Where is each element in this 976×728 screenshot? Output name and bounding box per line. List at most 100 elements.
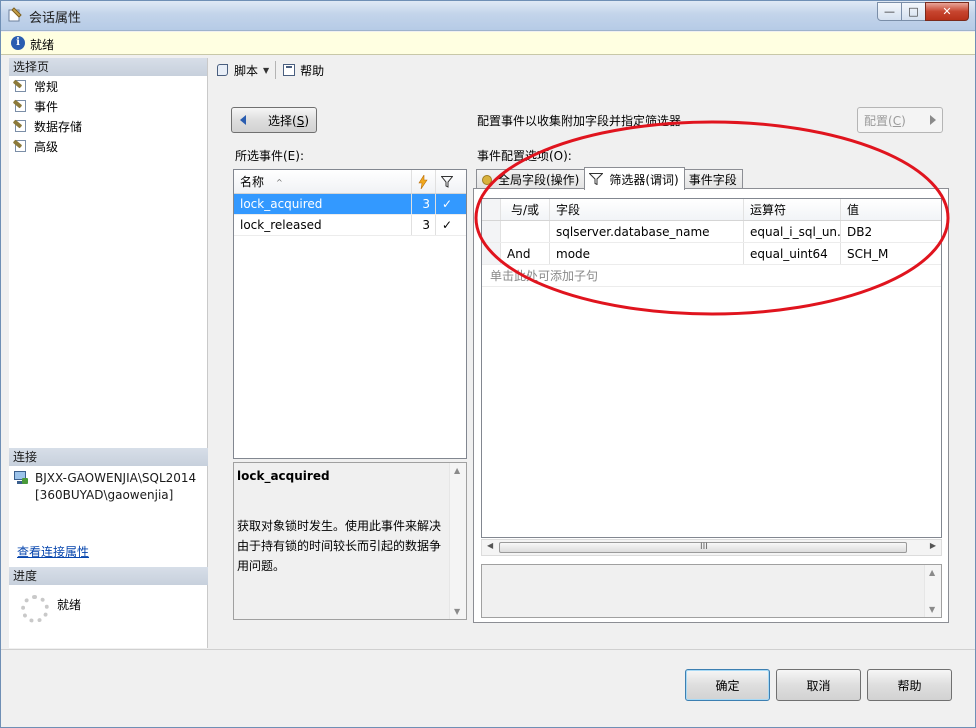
configure-button-label: 配置(C) [864, 113, 906, 128]
maximize-icon: □ [908, 5, 919, 18]
field-cell[interactable]: mode [550, 243, 744, 264]
maximize-button[interactable]: □ [901, 2, 926, 21]
scroll-left-icon[interactable]: ◀ [487, 541, 493, 550]
help-label: 帮助 [300, 63, 325, 78]
help-book-icon [282, 63, 296, 77]
select-page-header: 选择页 [9, 58, 207, 76]
info-icon: i [11, 36, 25, 50]
lightning-icon [418, 175, 428, 189]
script-button[interactable]: 脚本 ▼ [213, 60, 272, 80]
sidebar-item-data-storage[interactable]: 数据存储 [9, 116, 207, 136]
grip-icon: III [700, 542, 708, 552]
column-header-filter[interactable] [436, 170, 458, 193]
event-name: lock_released [234, 215, 412, 235]
add-clause-row[interactable]: 单击此处可添加子句 [482, 265, 941, 287]
configure-button[interactable]: 配置(C) [857, 107, 943, 133]
column-header-value[interactable]: 值 [841, 199, 921, 220]
funnel-icon [441, 176, 453, 188]
scroll-up-icon[interactable]: ▲ [454, 466, 460, 475]
selected-events-label: 所选事件(E): [235, 149, 304, 163]
chevron-down-icon[interactable]: ▼ [263, 66, 269, 75]
events-grid-header: 名称 ^ [234, 170, 466, 194]
andor-cell[interactable]: And [501, 243, 550, 264]
selected-events-grid: 名称 ^ lock_acquired 3 ✓ lock_released 3 ✓ [233, 169, 467, 459]
description-scrollbar[interactable]: ▲ ▼ [449, 463, 466, 619]
table-row[interactable]: And mode equal_uint64 SCH_M [482, 243, 941, 265]
scroll-up-icon[interactable]: ▲ [929, 568, 935, 577]
column-header-field[interactable]: 字段 [550, 199, 744, 220]
arrow-right-icon [930, 115, 936, 125]
select-button-label: 选择(S) [268, 113, 309, 128]
properties-scrollbar[interactable]: ▲ ▼ [924, 565, 941, 617]
table-row[interactable]: lock_released 3 ✓ [234, 215, 466, 236]
sidebar-item-label: 高级 [34, 139, 59, 154]
description-body: 获取对象锁时发生。使用此事件来解决由于持有锁的时间较长而引起的数据争用问题。 [237, 519, 442, 573]
row-selector[interactable] [482, 221, 501, 242]
scroll-down-icon[interactable]: ▼ [929, 605, 935, 614]
event-config-label: 事件配置选项(O): [477, 149, 572, 163]
operator-cell[interactable]: equal_i_sql_un... [744, 221, 841, 242]
scroll-thumb[interactable]: III [499, 542, 907, 553]
help-toolbar-button[interactable]: 帮助 [279, 60, 327, 80]
server-connection-icon [13, 470, 29, 486]
table-row[interactable]: sqlserver.database_name equal_i_sql_un..… [482, 221, 941, 243]
sidebar-item-advanced[interactable]: 高级 [9, 136, 207, 156]
column-header-andor[interactable]: 与/或 [501, 199, 550, 220]
row-selector[interactable] [482, 243, 501, 264]
funnel-icon [589, 173, 604, 185]
app-icon [8, 7, 22, 22]
page-wrench-icon [12, 99, 29, 113]
help-button[interactable]: 帮助 [867, 669, 952, 701]
view-connection-properties-link[interactable]: 查看连接属性 [17, 543, 89, 560]
filter-grid-hscrollbar[interactable]: ◀ III ▶ [481, 539, 942, 556]
sidebar-item-general[interactable]: 常规 [9, 76, 207, 96]
script-label: 脚本 [234, 63, 259, 78]
value-cell[interactable]: DB2 [841, 221, 921, 242]
column-header-operator[interactable]: 运算符 [744, 199, 841, 220]
table-row[interactable]: lock_acquired 3 ✓ [234, 194, 466, 215]
event-description-box: lock_acquired 获取对象锁时发生。使用此事件来解决由于持有锁的时间较… [233, 462, 467, 620]
select-button[interactable]: 选择(S) [231, 107, 317, 133]
scroll-right-icon[interactable]: ▶ [930, 541, 936, 550]
event-name: lock_acquired [234, 194, 412, 214]
close-button[interactable]: ✕ [925, 2, 969, 21]
sidebar-item-label: 数据存储 [34, 119, 83, 134]
andor-cell[interactable] [501, 221, 550, 242]
connection-section: 连接 BJXX-GAOWENJIA\SQL2014 [360BUYAD\gaow… [9, 448, 208, 504]
filter-predicate-grid: 与/或 字段 运算符 值 sqlserver.database_name equ… [481, 198, 942, 538]
progress-spinner-icon [21, 595, 49, 623]
main-content: 脚本 ▼ 帮助 选择(S) 配置事件以收集附加字段并指定筛选器 配置(C) 所选… [209, 58, 975, 648]
value-cell[interactable]: SCH_M [841, 243, 921, 264]
scroll-down-icon[interactable]: ▼ [454, 607, 460, 616]
event-config-tabs: 全局字段(操作) 筛选器(谓词) 事件字段 [476, 167, 743, 190]
tab-filter[interactable]: 筛选器(谓词) [584, 167, 685, 190]
status-bar: i 就绪 [1, 32, 975, 55]
operator-cell[interactable]: equal_uint64 [744, 243, 841, 264]
status-text: 就绪 [30, 38, 55, 52]
ok-button[interactable]: 确定 [685, 669, 770, 701]
description-title: lock_acquired [237, 469, 330, 483]
row-selector-header [482, 199, 501, 220]
tab-global-fields[interactable]: 全局字段(操作) [476, 169, 586, 189]
window-controls: — □ ✕ [877, 2, 969, 21]
cancel-button[interactable]: 取消 [776, 669, 861, 701]
close-icon: ✕ [942, 5, 952, 18]
connection-header: 连接 [9, 448, 208, 466]
window-title: 会话属性 [29, 11, 82, 26]
toolbar: 脚本 ▼ 帮助 [209, 58, 975, 82]
sidebar-item-events[interactable]: 事件 [9, 96, 207, 116]
global-fields-icon [481, 174, 493, 186]
filter-grid-header: 与/或 字段 运算符 值 [482, 199, 941, 221]
toolbar-separator [275, 61, 277, 79]
title-bar[interactable]: 会话属性 — □ ✕ [1, 1, 975, 31]
minimize-button[interactable]: — [877, 2, 902, 21]
connection-text: BJXX-GAOWENJIA\SQL2014 [360BUYAD\gaowenj… [35, 471, 197, 502]
sidebar-item-label: 常规 [34, 79, 59, 94]
progress-header: 进度 [9, 567, 208, 585]
column-header-actions[interactable] [412, 170, 436, 193]
tab-event-fields[interactable]: 事件字段 [683, 169, 743, 189]
left-panel: 选择页 常规 事件 数据存储 高级 连接 BJXX-GAOWENJIA\SQL2… [9, 58, 208, 648]
field-cell[interactable]: sqlserver.database_name [550, 221, 744, 242]
page-wrench-icon [12, 139, 29, 153]
column-header-name[interactable]: 名称 ^ [234, 170, 412, 193]
